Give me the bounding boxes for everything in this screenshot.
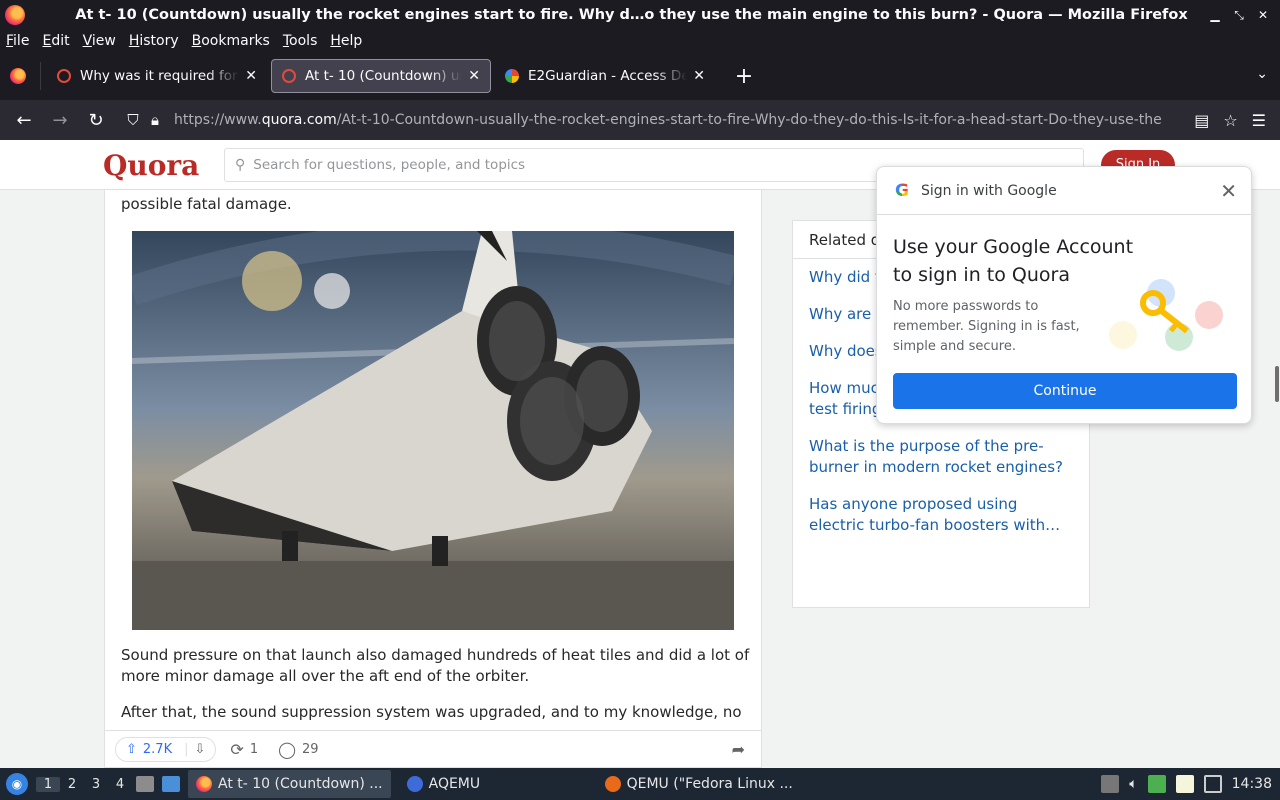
aqemu-icon	[406, 776, 423, 792]
share-arrow-icon[interactable]: ➦	[732, 740, 745, 759]
close-window-icon[interactable]: ✕	[1256, 8, 1270, 23]
clipboard-icon[interactable]	[1101, 775, 1120, 793]
comment-count: 29	[302, 741, 319, 757]
taskbar: ◉ 1 2 3 4 At t- 10 (Countdown) ... AQEMU…	[0, 768, 1280, 800]
reader-view-icon[interactable]: ▤	[1194, 111, 1209, 130]
update-icon[interactable]	[1147, 775, 1166, 793]
tab-2[interactable]: At t- 10 (Countdown) usu ✕	[271, 59, 491, 93]
network-icon[interactable]	[1203, 775, 1222, 793]
url-path: /At-t-10-Countdown-usually-the-rocket-en…	[336, 112, 1162, 128]
task-label: At t- 10 (Countdown) ...	[218, 776, 383, 792]
quora-logo[interactable]: Quora	[103, 149, 199, 182]
url-prefix: https://www.	[174, 112, 262, 128]
quora-favicon-icon	[282, 69, 296, 83]
key-illustration-icon	[1103, 275, 1227, 355]
url-host: quora.com	[261, 112, 337, 128]
new-tab-icon[interactable]: +	[729, 64, 759, 89]
workspace-4[interactable]: 4	[108, 777, 132, 792]
url-bar[interactable]: ⛉ 🔒︎ https://www.quora.com/At-t-10-Count…	[122, 104, 1186, 136]
space-shuttle-photo[interactable]	[132, 231, 734, 630]
hamburger-menu-icon[interactable]: ☰	[1252, 111, 1266, 130]
tracking-shield-icon[interactable]: ⛉	[122, 111, 144, 129]
firefox-view-icon[interactable]	[10, 68, 26, 84]
workspace-2[interactable]: 2	[60, 777, 84, 792]
menu-file[interactable]: File	[6, 33, 29, 49]
task-firefox[interactable]: At t- 10 (Countdown) ...	[188, 770, 391, 798]
related-item[interactable]: What is the purpose of the pre-burner in…	[809, 436, 1073, 478]
list-tabs-icon[interactable]: ⌄	[1256, 66, 1268, 82]
upvote-icon: ⇧	[126, 741, 137, 757]
url-text[interactable]: https://www.quora.com/At-t-10-Countdown-…	[174, 112, 1186, 128]
share-count-button[interactable]: ⟳ 1	[230, 740, 258, 759]
workspace-3[interactable]: 3	[84, 777, 108, 792]
tab-label: Why was it required for the	[80, 68, 239, 84]
firefox-icon	[196, 776, 212, 792]
show-desktop-icon[interactable]	[162, 776, 180, 792]
comment-icon: ◯	[278, 739, 296, 759]
volume-icon[interactable]: 🔈︎	[1129, 776, 1137, 792]
menu-tools[interactable]: Tools	[283, 33, 318, 49]
downvote-icon[interactable]: ⇩	[195, 742, 206, 757]
close-tab-icon[interactable]: ✕	[245, 68, 257, 84]
close-tab-icon[interactable]: ✕	[693, 68, 705, 84]
menu-bookmarks[interactable]: Bookmarks	[192, 33, 270, 49]
tab-separator	[40, 62, 41, 90]
lock-icon[interactable]: 🔒︎	[144, 111, 166, 129]
answer-text-top: possible fatal damage.	[121, 195, 292, 213]
task-aqemu[interactable]: AQEMU	[399, 770, 589, 798]
upvote-count: 2.7K	[142, 741, 173, 757]
tab-label: E2Guardian - Access Den	[528, 68, 688, 84]
popup-description: No more passwords to remember. Signing i…	[893, 299, 1080, 354]
minimize-icon[interactable]: ▁	[1208, 8, 1222, 23]
quora-favicon-icon	[57, 69, 71, 83]
upvote-button[interactable]: ⇧ 2.7K | ⇩	[115, 736, 217, 762]
clock[interactable]: 14:38	[1232, 776, 1272, 792]
tab-label: At t- 10 (Countdown) usu	[305, 68, 463, 84]
related-item[interactable]: Has anyone proposed using electric turbo…	[809, 494, 1073, 536]
search-icon: ⚲	[235, 157, 246, 173]
task-qemu[interactable]: QEMU ("Fedora Linux ...	[597, 770, 801, 798]
menu-edit[interactable]: Edit	[42, 33, 69, 49]
continue-button[interactable]: Continue	[893, 373, 1237, 409]
back-icon[interactable]: ←	[6, 110, 42, 131]
navigation-bar: ← → ↻ ⛉ 🔒︎ https://www.quora.com/At-t-10…	[0, 100, 1280, 140]
bookmark-star-icon[interactable]: ☆	[1223, 111, 1237, 130]
menu-bar: File Edit View History Bookmarks Tools H…	[0, 30, 1280, 52]
scrollbar-thumb[interactable]	[1275, 366, 1279, 402]
answer-action-bar: ⇧ 2.7K | ⇩ ⟳ 1 ◯ 29 ➦	[104, 730, 762, 768]
close-tab-icon[interactable]: ✕	[468, 68, 480, 84]
window-titlebar: At t- 10 (Countdown) usually the rocket …	[0, 0, 1280, 30]
menu-view[interactable]: View	[83, 33, 116, 49]
answer-paragraph-2: After that, the sound suppression system…	[121, 703, 742, 721]
comments-button[interactable]: ◯ 29	[278, 740, 318, 759]
google-favicon-icon	[505, 69, 519, 83]
tab-1[interactable]: Why was it required for the ✕	[47, 59, 267, 93]
tab-3[interactable]: E2Guardian - Access Den ✕	[495, 59, 715, 93]
answer-card: possible fatal damage. Sound pressure on…	[104, 190, 762, 768]
start-menu-icon[interactable]: ◉	[6, 773, 28, 795]
google-signin-popup: G Sign in with Google ✕ Use your Google …	[876, 166, 1252, 424]
reload-icon[interactable]: ↻	[78, 110, 114, 131]
workspace-1[interactable]: 1	[36, 776, 60, 792]
menu-history[interactable]: History	[129, 33, 179, 49]
reshare-icon: ⟳	[230, 739, 244, 759]
firefox-icon	[5, 5, 25, 25]
notes-icon[interactable]	[1175, 775, 1194, 793]
restore-icon[interactable]: ⤡	[1232, 8, 1246, 23]
answer-paragraph-1: Sound pressure on that launch also damag…	[121, 646, 750, 685]
menu-help[interactable]: Help	[330, 33, 362, 49]
task-label: AQEMU	[428, 776, 481, 792]
qemu-icon	[604, 776, 621, 792]
tab-bar: Why was it required for the ✕ At t- 10 (…	[0, 52, 1280, 100]
window-title: At t- 10 (Countdown) usually the rocket …	[75, 7, 1188, 23]
file-manager-icon[interactable]	[136, 776, 154, 792]
task-label: QEMU ("Fedora Linux ...	[626, 776, 793, 792]
reshare-count: 1	[249, 741, 259, 757]
search-placeholder: Search for questions, people, and topics	[253, 157, 526, 173]
google-logo-icon: G	[895, 180, 909, 201]
forward-icon[interactable]: →	[42, 110, 78, 131]
close-popup-icon[interactable]: ✕	[1220, 179, 1237, 203]
popup-header: Sign in with Google	[920, 182, 1057, 199]
system-tray: 🔈︎ 14:38	[1101, 768, 1272, 800]
